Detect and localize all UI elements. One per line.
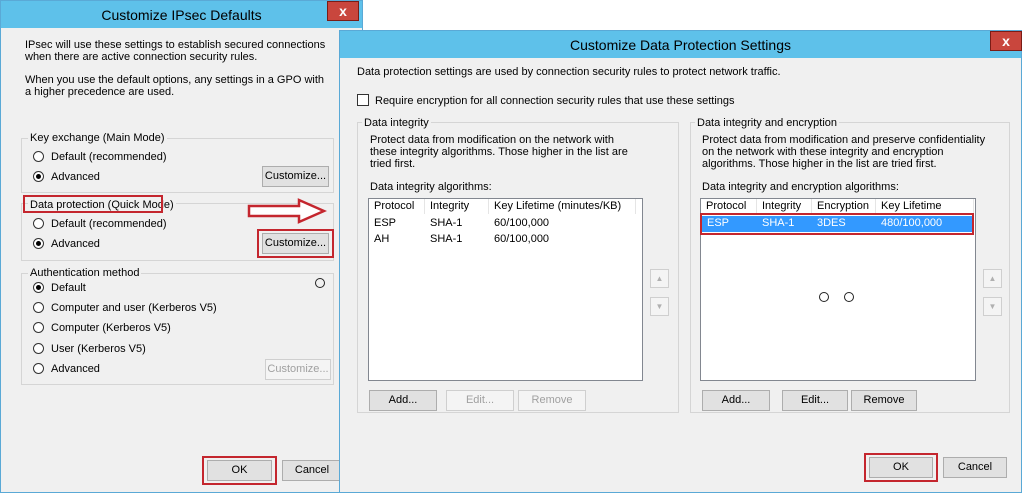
left-note-text: When you use the default options, any se…: [25, 74, 325, 98]
left-dialog-title: Customize IPsec Defaults: [101, 7, 262, 23]
auth-default-radio[interactable]: [33, 282, 44, 293]
arrow-down-icon: ▼: [655, 302, 664, 311]
auth-computer-user-radio[interactable]: [33, 302, 44, 313]
data-encryption-title: Data integrity and encryption: [695, 117, 840, 129]
cursor-marker-icon: [844, 292, 854, 302]
arrow-down-icon: ▼: [988, 302, 997, 311]
integrity-cell: SHA-1: [430, 233, 463, 245]
key-exchange-default-radio[interactable]: [33, 151, 44, 162]
integrity-add-button[interactable]: Add...: [369, 390, 437, 411]
auth-customize-button[interactable]: Customize...: [265, 359, 331, 380]
column-header[interactable]: Protocol: [369, 199, 425, 214]
customize-data-protection-dialog: Customize Data Protection Settings x Dat…: [339, 30, 1022, 493]
customize-ipsec-defaults-dialog: Customize IPsec Defaults x IPsec will us…: [0, 0, 363, 493]
auth-advanced-radio[interactable]: [33, 363, 44, 374]
data-encryption-list[interactable]: Protocol Integrity Encryption Key Lifeti…: [700, 198, 976, 381]
data-protection-advanced-radio[interactable]: [33, 238, 44, 249]
key-exchange-title: Key exchange (Main Mode): [28, 132, 167, 144]
lifetime-cell: 60/100,000: [494, 217, 550, 229]
arrow-up-icon: ▲: [988, 274, 997, 283]
key-exchange-default-label: Default (recommended): [51, 151, 167, 163]
key-exchange-advanced-label: Advanced: [51, 171, 100, 183]
auth-computer-radio[interactable]: [33, 322, 44, 333]
data-protection-default-label: Default (recommended): [51, 218, 167, 230]
encryption-remove-button[interactable]: Remove: [851, 390, 917, 411]
auth-computer-user-label: Computer and user (Kerberos V5): [51, 302, 217, 314]
data-protection-title-highlight: [23, 195, 163, 213]
right-close-button[interactable]: x: [990, 31, 1022, 51]
arrow-right-icon: [247, 198, 327, 224]
authentication-title: Authentication method: [28, 267, 142, 279]
auth-advanced-label: Advanced: [51, 363, 100, 375]
left-intro-text: IPsec will use these settings to establi…: [25, 39, 326, 63]
close-icon: x: [1002, 33, 1010, 49]
data-integrity-list-label: Data integrity algorithms:: [370, 181, 492, 193]
integrity-edit-button[interactable]: Edit...: [446, 390, 514, 411]
encryption-move-down-button[interactable]: ▼: [983, 297, 1002, 316]
integrity-move-up-button[interactable]: ▲: [650, 269, 669, 288]
data-protection-default-radio[interactable]: [33, 218, 44, 229]
integrity-move-down-button[interactable]: ▼: [650, 297, 669, 316]
data-protection-customize-highlight: [257, 229, 334, 258]
cursor-marker-icon: [819, 292, 829, 302]
data-integrity-title: Data integrity: [362, 117, 431, 129]
arrow-up-icon: ▲: [655, 274, 664, 283]
right-cancel-button[interactable]: Cancel: [943, 457, 1007, 478]
auth-user-label: User (Kerberos V5): [51, 343, 146, 355]
encryption-edit-button[interactable]: Edit...: [782, 390, 848, 411]
data-protection-advanced-label: Advanced: [51, 238, 100, 250]
left-cancel-button[interactable]: Cancel: [282, 460, 342, 481]
auth-computer-label: Computer (Kerberos V5): [51, 322, 171, 334]
encryption-add-button[interactable]: Add...: [702, 390, 770, 411]
key-exchange-customize-button[interactable]: Customize...: [262, 166, 329, 187]
require-encryption-label: Require encryption for all connection se…: [375, 95, 735, 107]
integrity-cell: SHA-1: [430, 217, 463, 229]
left-ok-highlight: [202, 456, 277, 485]
close-icon: x: [339, 3, 347, 19]
left-dialog-titlebar: Customize IPsec Defaults: [1, 1, 362, 28]
integrity-remove-button[interactable]: Remove: [518, 390, 586, 411]
protocol-cell: AH: [374, 233, 390, 245]
column-header[interactable]: Integrity: [425, 199, 489, 214]
selected-row-highlight: [700, 213, 974, 235]
data-integrity-description: Protect data from modification on the ne…: [370, 134, 628, 170]
auth-default-label: Default: [51, 282, 86, 294]
lifetime-cell: 60/100,000: [494, 233, 550, 245]
table-row[interactable]: ESP SHA-1 60/100,000: [369, 216, 642, 231]
left-close-button[interactable]: x: [327, 1, 359, 21]
cursor-marker-icon: [315, 278, 325, 288]
right-dialog-title: Customize Data Protection Settings: [570, 37, 791, 53]
column-header[interactable]: Encryption: [812, 199, 876, 214]
auth-user-radio[interactable]: [33, 343, 44, 354]
data-encryption-description: Protect data from modification and prese…: [702, 134, 986, 170]
column-header[interactable]: Protocol: [701, 199, 757, 214]
table-row[interactable]: AH SHA-1 60/100,000: [369, 232, 642, 247]
right-intro-text: Data protection settings are used by con…: [357, 66, 781, 78]
data-encryption-list-label: Data integrity and encryption algorithms…: [702, 181, 899, 193]
require-encryption-checkbox[interactable]: [357, 94, 369, 106]
right-ok-highlight: [864, 453, 938, 482]
right-dialog-titlebar: Customize Data Protection Settings: [340, 31, 1021, 58]
encryption-move-up-button[interactable]: ▲: [983, 269, 1002, 288]
column-header[interactable]: Key Lifetime (min...: [876, 199, 974, 227]
data-integrity-list[interactable]: Protocol Integrity Key Lifetime (minutes…: [368, 198, 643, 381]
key-exchange-advanced-radio[interactable]: [33, 171, 44, 182]
column-header[interactable]: Integrity: [757, 199, 812, 214]
protocol-cell: ESP: [374, 217, 397, 229]
column-header[interactable]: Key Lifetime (minutes/KB): [489, 199, 636, 214]
